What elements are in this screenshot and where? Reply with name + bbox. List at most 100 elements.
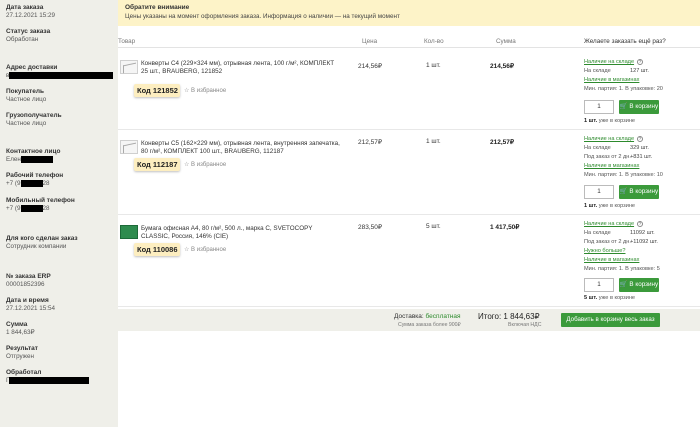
header-sum: Сумма: [496, 38, 516, 45]
processed-group: Обработал Г: [6, 369, 112, 385]
info-icon[interactable]: ?: [637, 135, 644, 142]
order-total: Итого: 1 844,63₽: [478, 312, 540, 321]
in-cart-qty: 1 шт.: [584, 203, 598, 209]
table-row: Конверты С4 (229×324 мм), отрывная лента…: [118, 50, 700, 130]
add-favorite-link[interactable]: ☆ В избранное: [184, 246, 226, 253]
unit-price: 214,56₽: [358, 63, 383, 70]
cart-button-label: В корзину: [629, 281, 659, 288]
need-more-link[interactable]: Нужно больше?: [584, 248, 625, 254]
amount-label: Сумма: [6, 320, 28, 328]
vat-note: Включая НДС: [508, 322, 542, 328]
work-phone-group: Рабочий телефон +7 (9 28: [6, 172, 112, 188]
order-sidebar: Дата заказа 27.12.2021 15:29 Статус зака…: [0, 0, 118, 427]
min-batch: Мин. партия: 1. В упаковке: 5: [584, 266, 660, 272]
notice-banner: Обратите внимание Цены указаны на момент…: [118, 0, 700, 26]
stock-label: На складе: [584, 68, 611, 74]
order-status-group: Статус заказа Обработан: [6, 28, 112, 44]
consignee-group: Грузополучатель Частное лицо: [6, 112, 112, 128]
product-thumbnail[interactable]: [120, 140, 138, 154]
preorder-label: Под заказ от 2 дн.: [584, 154, 631, 160]
unit-price: 212,57₽: [358, 139, 383, 146]
in-cart-qty: 1 шт.: [584, 118, 598, 124]
notice-title: Обратите внимание: [125, 4, 190, 11]
stock-count: 329 шт.: [630, 145, 649, 151]
add-to-cart-button[interactable]: 🛒 В корзину: [619, 185, 659, 199]
buyer-label: Покупатель: [6, 88, 44, 96]
erp-value: 00001852396: [6, 280, 45, 288]
delivery-label: Доставка:: [394, 313, 426, 320]
stores-link[interactable]: Наличие в магазинах: [584, 77, 639, 83]
notice-text: Цены указаны на момент оформления заказа…: [125, 13, 400, 20]
address-label: Адрес доставки: [6, 64, 58, 71]
product-name[interactable]: Бумага офисная А4, 80 г/м², 500 л., марк…: [141, 225, 341, 241]
product-code-badge: Код 112187: [134, 158, 180, 171]
add-to-cart-button[interactable]: 🛒 В корзину: [619, 278, 659, 292]
datetime-group: Дата и время 27.12.2021 15:54: [6, 297, 112, 313]
table-header: Товар Цена Кол-во Сумма Желаете заказать…: [118, 34, 700, 48]
info-icon[interactable]: ?: [637, 58, 644, 65]
ordered-qty: 5 шт.: [426, 223, 441, 230]
preorder-count: +11092 шт.: [630, 239, 658, 245]
line-sum: 214,56₽: [490, 63, 515, 70]
made-for-label: Для кого сделан заказ: [6, 234, 78, 242]
contact-group: Контактное лицо Елен: [6, 148, 112, 164]
add-favorite-link[interactable]: ☆ В избранное: [184, 87, 226, 94]
unit-price: 283,50₽: [358, 224, 383, 231]
consignee-value: Частное лицо: [6, 120, 47, 128]
stock-count: 11092 шт.: [630, 230, 655, 236]
favorite-label: В избранное: [191, 88, 227, 94]
min-batch: Мин. партия: 1. В упаковке: 20: [584, 86, 663, 92]
product-code-badge: Код 110086: [134, 243, 180, 256]
contact-value: Елен: [6, 156, 21, 164]
order-date-group: Дата заказа 27.12.2021 15:29: [6, 4, 112, 20]
favorite-label: В избранное: [191, 247, 227, 253]
datetime-value: 27.12.2021 15:54: [6, 304, 56, 312]
add-favorite-link[interactable]: ☆ В избранное: [184, 161, 226, 168]
stores-link[interactable]: Наличие в магазинах: [584, 163, 639, 169]
stores-link[interactable]: Наличие в магазинах: [584, 257, 639, 263]
in-cart-text: уже в корзине: [597, 295, 636, 301]
datetime-label: Дата и время: [6, 296, 49, 304]
star-icon: ☆: [184, 247, 192, 253]
line-sum: 212,57₽: [490, 139, 515, 146]
result-label: Результат: [6, 344, 38, 352]
order-total-bar: Доставка: бесплатная Сумма заказа более …: [118, 309, 700, 331]
quantity-input[interactable]: 1: [584, 278, 614, 292]
header-qty: Кол-во: [424, 38, 444, 45]
order-date-label: Дата заказа: [6, 4, 44, 11]
product-thumbnail[interactable]: [120, 60, 138, 74]
delivery-value: бесплатная: [425, 313, 461, 320]
ordered-qty: 1 шт.: [426, 138, 441, 145]
result-group: Результат Отгружен: [6, 345, 112, 361]
in-cart-qty: 5 шт.: [584, 295, 598, 301]
address-group: Адрес доставки в: [6, 64, 114, 80]
work-phone-label: Рабочий телефон: [6, 172, 64, 180]
in-cart-note: 5 шт. уже в корзине: [584, 295, 635, 301]
work-phone-prefix: +7 (9: [6, 180, 21, 188]
amount-value: 1 844,63₽: [6, 328, 35, 336]
product-name[interactable]: Конверты С4 (229×324 мм), отрывная лента…: [141, 60, 341, 76]
redacted-block: [20, 204, 43, 212]
product-name[interactable]: Конверты С5 (162×229 мм), отрывная лента…: [141, 140, 341, 156]
redacted-block: [9, 72, 114, 79]
header-reorder: Желаете заказать ещё раз?: [584, 38, 666, 45]
stock-link[interactable]: Наличие на складе: [584, 136, 634, 142]
line-sum: 1 417,50₽: [490, 224, 520, 231]
quantity-input[interactable]: 1: [584, 185, 614, 199]
header-product: Товар: [118, 38, 136, 45]
in-cart-note: 1 шт. уже в корзине: [584, 118, 635, 124]
add-to-cart-button[interactable]: 🛒 В корзину: [619, 100, 659, 114]
info-icon[interactable]: ?: [637, 220, 644, 227]
stock-link[interactable]: Наличие на складе: [584, 59, 634, 65]
product-thumbnail[interactable]: [120, 225, 138, 239]
add-all-to-cart-button[interactable]: Добавить в корзину весь заказ: [561, 313, 660, 327]
availability-block: Наличие на складе? На складе 11092 шт. По…: [584, 220, 696, 274]
quantity-input[interactable]: 1: [584, 100, 614, 114]
in-cart-note: 1 шт. уже в корзине: [584, 203, 635, 209]
consignee-label: Грузополучатель: [6, 112, 62, 120]
min-batch: Мин. партия: 1. В упаковке: 10: [584, 172, 663, 178]
stock-link[interactable]: Наличие на складе: [584, 221, 634, 227]
mobile-phone-group: Мобильный телефон +7 (9 28: [6, 197, 112, 213]
erp-group: № заказа ERP 00001852396: [6, 273, 112, 289]
redacted-block: [20, 156, 53, 164]
